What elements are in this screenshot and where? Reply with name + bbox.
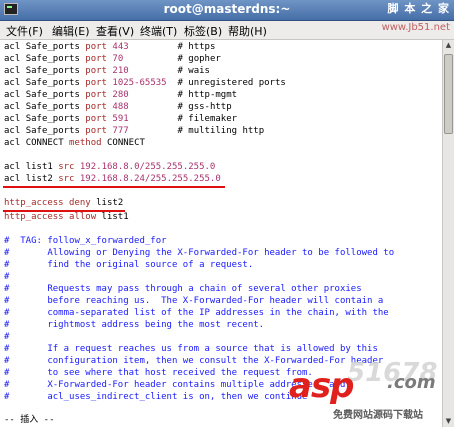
comment-line: # acl_uses_indirect_client is on, then w…: [4, 392, 308, 402]
comment-line: #: [4, 332, 10, 342]
code-line: acl Safe_ports port 210 # wais: [4, 66, 210, 76]
terminal-window: root@masterdns:~ 脚 本 之 家 文件(F) 编辑(E) 查看(…: [0, 0, 454, 427]
code-line-acl-list1: acl list1 src 192.168.8.0/255.255.255.0: [4, 162, 216, 172]
code-line-deny: http_access deny list2: [4, 198, 124, 208]
code-line: acl Safe_ports port 1025-65535 # unregis…: [4, 78, 286, 88]
highlight-underline-acl-list2: [3, 186, 225, 188]
comment-line: # TAG: follow_x_forwarded_for: [4, 236, 167, 246]
watermark-site-name: 脚 本 之 家: [387, 2, 450, 15]
comment-line: #: [4, 272, 10, 282]
comment-line: # Allowing or Denying the X-Forwarded-Fo…: [4, 248, 395, 258]
site-logo-watermark: 51678 asp .com 免费网站源码下载站: [283, 358, 453, 424]
code-line: acl Safe_ports port 443 # https: [4, 42, 216, 52]
scrollbar-thumb[interactable]: [444, 54, 453, 134]
comment-line: # If a request reaches us from a source …: [4, 344, 378, 354]
menu-view[interactable]: 查看(V): [96, 23, 134, 39]
window-title: root@masterdns:~: [163, 2, 291, 16]
code-line-acl-list2: acl list2 src 192.168.8.24/255.255.255.0: [4, 174, 221, 184]
code-line: acl Safe_ports port 280 # http-mgmt: [4, 90, 238, 100]
title-bar[interactable]: root@masterdns:~ 脚 本 之 家: [0, 0, 454, 21]
logo-suffix: .com: [387, 372, 436, 393]
comment-line: # comma-separated list of the IP address…: [4, 308, 389, 318]
comment-line: # Requests may pass through a chain of s…: [4, 284, 362, 294]
code-line: acl Safe_ports port 488 # gss-http: [4, 102, 232, 112]
menu-tabs[interactable]: 标签(B): [184, 23, 222, 39]
watermark-site-url: www.Jb51.net: [381, 22, 450, 33]
code-line-allow: http_access allow list1: [4, 212, 129, 222]
comment-line: # before reaching us. The X-Forwarded-Fo…: [4, 296, 384, 306]
comment-line: # to see where that host received the re…: [4, 368, 313, 378]
menu-terminal[interactable]: 终端(T): [140, 23, 177, 39]
code-line-connect: acl CONNECT method CONNECT: [4, 138, 145, 148]
logo-slogan: 免费网站源码下载站: [333, 410, 423, 421]
menu-file[interactable]: 文件(F): [6, 23, 43, 39]
code-line: acl Safe_ports port 70 # gopher: [4, 54, 221, 64]
logo-brand: asp: [289, 366, 355, 406]
code-line: acl Safe_ports port 591 # filemaker: [4, 114, 238, 124]
menu-help[interactable]: 帮助(H): [228, 23, 267, 39]
scroll-up-arrow-icon[interactable]: ▲: [443, 40, 454, 51]
code-line: acl Safe_ports port 777 # multiling http: [4, 126, 265, 136]
menu-edit[interactable]: 编辑(E): [52, 23, 90, 39]
comment-line: # find the original source of a request.: [4, 260, 254, 270]
comment-line: # rightmost address being the most recen…: [4, 320, 265, 330]
